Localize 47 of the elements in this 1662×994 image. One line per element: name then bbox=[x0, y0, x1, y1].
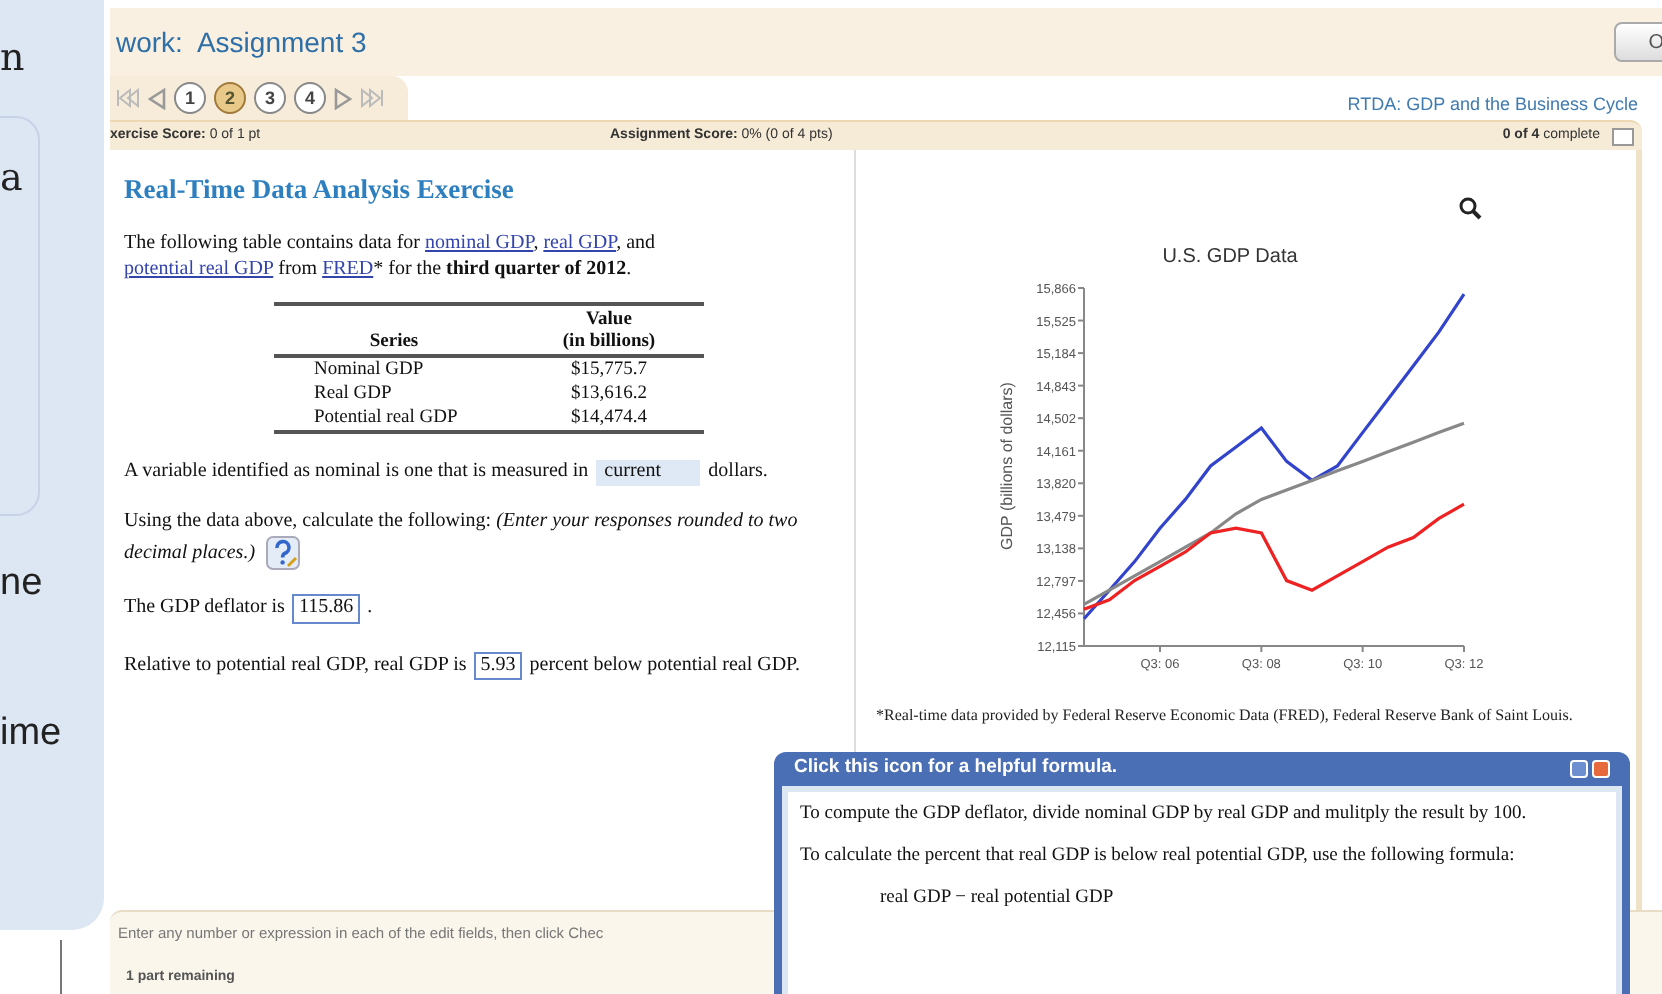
popup-paragraph: To compute the GDP deflator, divide nominal GDP by real GDP and mulitply the result by 100. bbox=[800, 804, 1529, 826]
exercise-heading: Real-Time Data Analysis Exercise bbox=[124, 172, 516, 208]
table-cell: $14,474.4 bbox=[514, 406, 704, 433]
column-header: Value (in billions) bbox=[514, 304, 704, 357]
question-button[interactable]: 1 bbox=[174, 82, 206, 114]
panel-text: ne bbox=[0, 564, 43, 602]
formula-text: real GDP − real potential GDP bbox=[878, 888, 1116, 910]
panel-text: n bbox=[0, 40, 25, 78]
first-icon[interactable] bbox=[116, 88, 140, 108]
table-cell-text: Real GDP bbox=[312, 382, 394, 407]
glossary-link[interactable]: potential real GDP bbox=[124, 258, 274, 281]
footnote: *Real-time data provided by Federal Reserve Economic Data (FRED), Federal Reserve Bank of Saint Louis. bbox=[874, 706, 1575, 726]
glossary-link[interactable]: nominal GDP bbox=[425, 232, 534, 255]
table-cell: Nominal GDP bbox=[274, 356, 514, 383]
instruction-text: Using the data above, calculate the following: (Enter your responses rounded to two decimal places.) bbox=[124, 506, 854, 571]
table-cell: Potential real GDP bbox=[274, 406, 514, 433]
table-cell-text: $13,616.2 bbox=[569, 382, 649, 407]
question-text: The GDP deflator is 115.86 . bbox=[124, 594, 854, 624]
previous-icon[interactable] bbox=[148, 87, 166, 109]
glossary-link[interactable]: FRED bbox=[322, 258, 374, 281]
answer-field[interactable]: 5.93 bbox=[474, 651, 522, 681]
answer-field[interactable]: current bbox=[596, 460, 701, 486]
question-text: A variable identified as nominal is one that is measured in current dollars. bbox=[124, 458, 770, 487]
zoom-icon[interactable] bbox=[1459, 197, 1482, 220]
question-button[interactable]: 2 bbox=[214, 82, 246, 114]
chart-title: U.S. GDP Data bbox=[1162, 246, 1298, 268]
question-button[interactable]: 4 bbox=[294, 82, 326, 114]
question-button[interactable]: 3 bbox=[254, 82, 286, 114]
answer-field[interactable]: 115.86 bbox=[292, 594, 360, 624]
popup-paragraph: To calculate the percent that real GDP is below real potential GDP, use the following formula: bbox=[800, 846, 1517, 868]
next-icon[interactable] bbox=[334, 87, 352, 109]
exercise-name: RTDA: GDP and the Business Cycle bbox=[1347, 92, 1638, 119]
glossary-link[interactable]: real GDP bbox=[543, 232, 617, 255]
window-title: work: Assignment 3 bbox=[116, 23, 367, 62]
last-icon[interactable] bbox=[360, 88, 384, 108]
expand-icon[interactable] bbox=[1612, 127, 1634, 145]
y-axis-label: GDP (billions of dollars) bbox=[998, 382, 1016, 550]
question-text: Relative to potential real GDP, real GDP is 5.93 percent below potential real GDP. bbox=[124, 651, 814, 681]
intro-paragraph: The following table contains data for nominal GDP, real GDP, and potential real GDP from FRED* for the third quarter of 2012. bbox=[124, 230, 658, 283]
table-cell: $15,775.7 bbox=[514, 356, 704, 383]
help-icon[interactable] bbox=[265, 536, 300, 571]
panel-text: a bbox=[0, 160, 23, 198]
popup-title: Click this icon for a helpful formula. bbox=[794, 754, 1118, 783]
minimize-icon[interactable] bbox=[1570, 760, 1588, 778]
panel-text: ime bbox=[0, 714, 62, 752]
column-header: Series bbox=[274, 304, 514, 357]
close-icon[interactable] bbox=[1592, 760, 1610, 778]
